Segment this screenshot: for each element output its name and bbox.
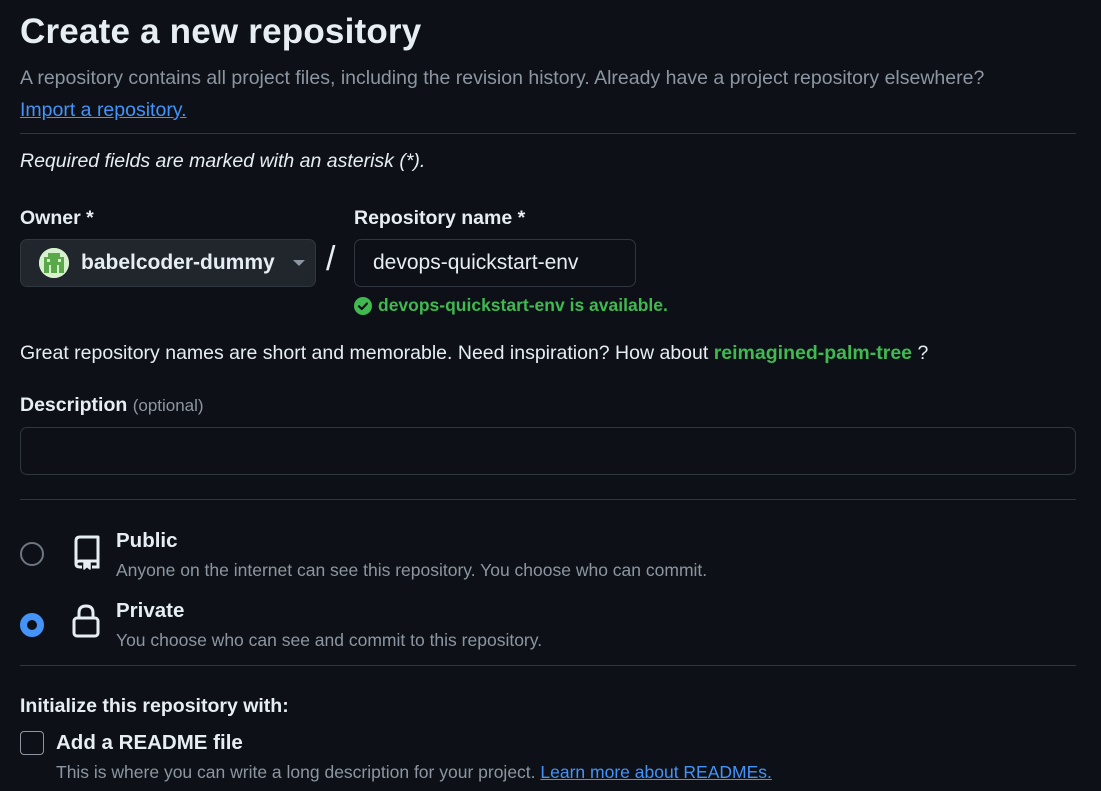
optional-hint: (optional) [132, 396, 204, 415]
required-fields-note: Required fields are marked with an aster… [20, 150, 426, 172]
divider [20, 499, 1076, 500]
private-radio[interactable] [20, 613, 44, 637]
add-readme-checkbox[interactable] [20, 731, 44, 755]
description-label: Description [20, 394, 128, 416]
suggested-name-link[interactable]: reimagined-palm-tree [714, 342, 912, 364]
description-label-row: Description (optional) [20, 394, 204, 417]
private-title: Private [116, 599, 185, 622]
divider [20, 133, 1076, 134]
owner-name: babelcoder-dummy [81, 251, 275, 274]
owner-avatar [39, 248, 69, 278]
repository-name-input[interactable] [354, 239, 636, 287]
chevron-down-icon [292, 260, 305, 266]
intro-text: A repository contains all project files,… [20, 67, 985, 89]
owner-label: Owner * [20, 207, 94, 229]
check-circle-icon [354, 296, 372, 315]
divider [20, 665, 1076, 666]
import-repository-link[interactable]: Import a repository. [20, 99, 187, 121]
description-input[interactable] [20, 427, 1076, 475]
add-readme-label: Add a README file [56, 731, 243, 754]
owner-repo-separator: / [326, 240, 336, 278]
repository-name-label: Repository name * [354, 207, 526, 229]
name-suggestion: Great repository names are short and mem… [20, 342, 928, 365]
learn-more-readmes-link[interactable]: Learn more about READMEs. [540, 762, 772, 782]
lock-icon [72, 604, 100, 638]
page-title: Create a new repository [20, 12, 422, 51]
owner-select[interactable]: babelcoder-dummy [20, 239, 316, 287]
public-title: Public [116, 529, 178, 552]
initialize-heading: Initialize this repository with: [20, 695, 289, 717]
public-description: Anyone on the internet can see this repo… [116, 560, 708, 580]
availability-message: devops-quickstart-env is available. [354, 295, 668, 316]
create-repo-page: Create a new repository A repository con… [0, 0, 1101, 791]
readme-description: This is where you can write a long descr… [56, 762, 772, 783]
repo-icon [74, 535, 100, 570]
public-radio[interactable] [20, 542, 44, 566]
private-description: You choose who can see and commit to thi… [116, 630, 543, 650]
intro-paragraph: A repository contains all project files,… [20, 62, 1080, 126]
readme-description-text: This is where you can write a long descr… [56, 762, 536, 782]
availability-text: devops-quickstart-env is available. [378, 295, 668, 315]
suggestion-prefix: Great repository names are short and mem… [20, 342, 709, 364]
suggestion-suffix: ? [917, 342, 929, 364]
